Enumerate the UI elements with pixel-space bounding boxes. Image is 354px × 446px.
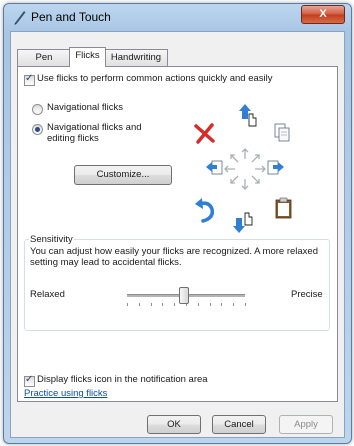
use-flicks-label[interactable]: Use flicks to perform common actions qui… <box>37 73 272 84</box>
tab-pen-options[interactable]: Pen Options <box>17 49 71 79</box>
tab-flicks[interactable]: Flicks <box>69 47 106 67</box>
use-flicks-checkbox[interactable]: ✓ <box>24 73 35 86</box>
slider-tick <box>198 303 199 306</box>
window-title: Pen and Touch <box>31 10 111 24</box>
undo-icon <box>195 198 215 223</box>
forward-icon <box>267 160 284 175</box>
checkmark-icon: ✓ <box>25 73 34 84</box>
pen-icon <box>14 11 26 25</box>
customize-button[interactable]: Customize... <box>74 165 172 185</box>
paste-icon <box>275 197 292 219</box>
navigational-flicks-radio[interactable] <box>32 104 43 115</box>
slider-tick <box>151 303 152 306</box>
pen-and-touch-window: Pen and Touch X Pen Options Flicks Handw… <box>3 3 352 444</box>
delete-icon <box>194 123 215 144</box>
title-bar: Pen and Touch X <box>4 4 351 32</box>
display-flicks-icon-checkbox[interactable]: ✓ <box>24 374 35 387</box>
sensitivity-description: You can adjust how easily your flicks ar… <box>30 246 318 268</box>
back-icon <box>206 160 223 175</box>
radio-selected-dot <box>35 127 40 132</box>
slider-tick <box>174 303 175 306</box>
practice-flicks-link[interactable]: Practice using flicks <box>24 388 107 399</box>
slider-tick <box>127 303 128 306</box>
slider-thumb[interactable] <box>179 287 189 304</box>
sensitivity-slider[interactable] <box>127 284 246 306</box>
flicks-diagram <box>194 104 292 233</box>
apply-button[interactable]: Apply <box>279 415 333 434</box>
checkmark-icon: ✓ <box>25 374 34 385</box>
close-button[interactable]: X <box>301 5 345 24</box>
slider-tick <box>162 303 163 306</box>
copy-icon <box>274 123 290 142</box>
tab-handwriting[interactable]: Handwriting <box>104 49 168 66</box>
cancel-button[interactable]: Cancel <box>212 415 266 434</box>
navigational-editing-flicks-label[interactable]: Navigational flicks and editing flicks <box>47 122 157 144</box>
navigational-editing-flicks-radio[interactable] <box>32 124 43 135</box>
ok-button[interactable]: OK <box>147 415 201 434</box>
slider-tick <box>221 303 222 306</box>
dialog-client-area: Pen Options Flicks Handwriting ✓ Use fli… <box>10 31 345 438</box>
slider-tick <box>139 303 140 306</box>
slider-tick <box>245 303 246 306</box>
sensitivity-title: Sensitivity <box>29 234 74 245</box>
slider-max-label: Precise <box>291 289 323 300</box>
flicks-tab-panel: ✓ Use flicks to perform common actions q… <box>17 66 338 402</box>
display-flicks-icon-label[interactable]: Display flicks icon in the notification … <box>37 374 208 385</box>
slider-tick <box>210 303 211 306</box>
drag-down-icon <box>233 212 253 233</box>
slider-min-label: Relaxed <box>30 289 65 300</box>
sensitivity-group: Sensitivity You can adjust how easily yo… <box>24 234 330 331</box>
drag-up-icon <box>239 104 257 127</box>
navigational-flicks-label[interactable]: Navigational flicks <box>47 102 123 113</box>
direction-arrows <box>224 148 266 190</box>
slider-tick <box>233 303 234 306</box>
